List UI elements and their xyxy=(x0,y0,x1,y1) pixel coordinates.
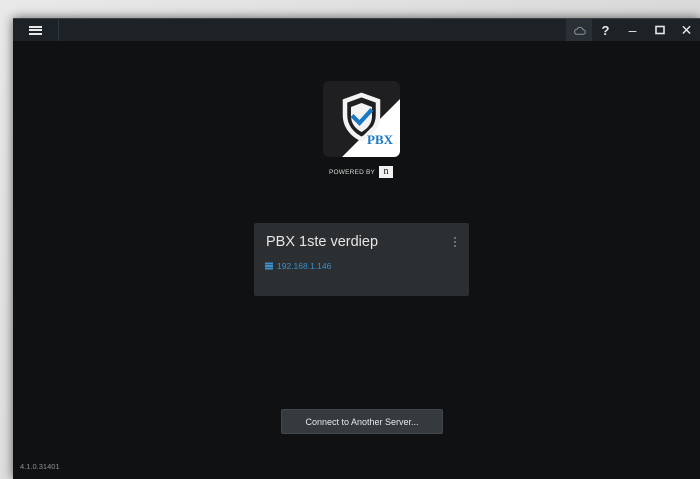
version-label: 4.1.0.31401 xyxy=(20,462,60,471)
server-icon xyxy=(265,262,273,270)
server-card[interactable]: PBX 1ste verdiep 192.168.1.146 xyxy=(254,223,469,296)
cloud-icon xyxy=(573,26,586,35)
connect-another-server-button[interactable]: Connect to Another Server... xyxy=(281,409,443,434)
server-address: 192.168.1.146 xyxy=(265,261,331,271)
powered-by: POWERED BY n xyxy=(329,166,394,178)
app-logo: PBX xyxy=(323,81,400,157)
cloud-button[interactable] xyxy=(566,19,592,41)
desktop-background: ? – ✕ PBX POWERED BY n PBX 1ste verdiep … xyxy=(0,0,700,479)
vendor-mark: n xyxy=(379,166,394,178)
server-ip: 192.168.1.146 xyxy=(277,261,332,271)
logo-pbx-text: PBX xyxy=(367,132,393,147)
minimize-button[interactable]: – xyxy=(619,19,646,41)
app-window: ? – ✕ PBX POWERED BY n PBX 1ste verdiep … xyxy=(13,18,700,479)
close-button[interactable]: ✕ xyxy=(673,19,700,41)
server-name: PBX 1ste verdiep xyxy=(266,234,379,250)
help-button[interactable]: ? xyxy=(592,19,619,41)
menu-button[interactable] xyxy=(13,19,59,41)
hamburger-icon xyxy=(29,25,42,35)
title-bar: ? – ✕ xyxy=(13,18,700,41)
powered-by-label: POWERED BY xyxy=(329,168,376,176)
window-controls: ? – ✕ xyxy=(566,19,700,41)
maximize-icon xyxy=(654,25,665,35)
kebab-menu-icon[interactable] xyxy=(454,237,457,248)
maximize-button[interactable] xyxy=(646,19,673,41)
